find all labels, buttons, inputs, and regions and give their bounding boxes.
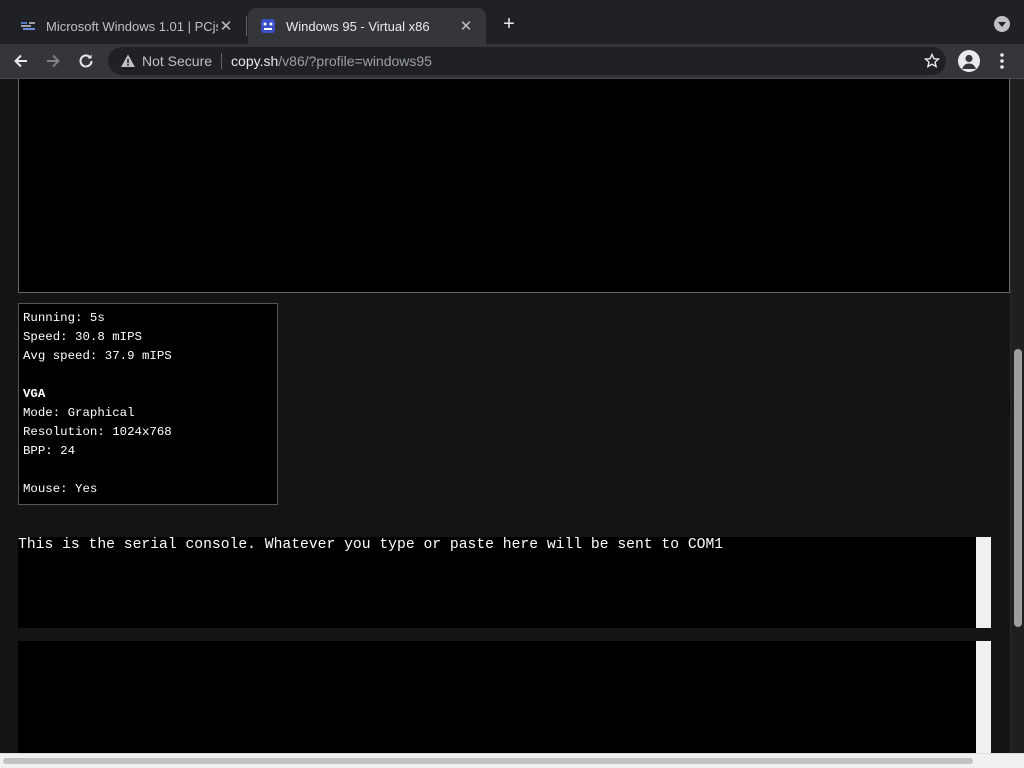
back-button[interactable] [8,48,34,74]
stat-resolution: Resolution: 1024x768 [23,425,172,439]
person-icon [962,54,976,69]
bookmark-star-icon[interactable] [924,53,940,69]
warning-icon [121,54,135,67]
new-tab-button[interactable]: + [498,12,520,36]
arrow-left-icon [14,54,27,68]
close-tab-icon[interactable]: ✕ [218,17,234,35]
tab-title: Microsoft Windows 1.01 | PCjs [46,18,218,34]
emulator-screen[interactable] [18,79,1010,293]
stat-mode: Mode: Graphical [23,406,135,420]
stat-spacer [23,461,277,480]
reload-button[interactable] [73,48,99,74]
emulator-stats-panel: Running: 5s Speed: 30.8 mIPS Avg speed: … [18,303,278,505]
url-path: /v86/?profile=windows95 [278,53,432,69]
secondary-console[interactable] [18,641,978,753]
v86-favicon-icon [261,19,275,33]
browser-toolbar: Not Secure copy.sh/v86/?profile=windows9… [0,44,1024,79]
address-bar[interactable]: Not Secure copy.sh/v86/?profile=windows9… [108,47,946,75]
security-label[interactable]: Not Secure [142,53,212,69]
tab-pcjs[interactable]: Microsoft Windows 1.01 | PCjs ✕ [8,8,246,44]
url-host: copy.sh [231,53,279,69]
stat-speed: Speed: 30.8 mIPS [23,330,142,344]
pcjs-favicon-icon [21,22,35,30]
page-horizontal-scrollbar[interactable] [0,753,1024,768]
stat-bpp: BPP: 24 [23,444,76,458]
stat-vga-heading: VGA [23,387,46,401]
horizontal-scroll-thumb[interactable] [3,758,973,764]
secondary-console-scrollbar[interactable] [976,641,991,753]
tab-strip: Microsoft Windows 1.01 | PCjs ✕ Windows … [0,0,1024,44]
tab-divider [246,16,247,36]
tab-search-icon[interactable] [994,16,1010,32]
tab-title: Windows 95 - Virtual x86 [286,18,430,34]
forward-button[interactable] [40,48,66,74]
omnibox-divider [221,53,223,69]
page-content: Running: 5s Speed: 30.8 mIPS Avg speed: … [0,79,1010,753]
arrow-right-icon [47,54,60,68]
menu-kebab-icon[interactable] [994,50,1010,72]
stat-avg-speed: Avg speed: 37.9 mIPS [23,349,172,363]
profile-avatar-icon[interactable] [958,50,980,72]
close-tab-icon[interactable]: ✕ [458,17,474,35]
tab-windows95[interactable]: Windows 95 - Virtual x86 ✕ [248,8,486,44]
serial-console-scrollbar[interactable] [976,537,991,628]
stat-running: Running: 5s [23,311,105,325]
page-vertical-scrollbar[interactable] [1010,79,1024,753]
stat-spacer [23,366,277,385]
serial-console[interactable]: This is the serial console. Whatever you… [18,537,978,628]
vertical-scroll-thumb[interactable] [1014,349,1022,627]
stat-mouse: Mouse: Yes [23,482,98,496]
reload-icon [79,54,93,68]
